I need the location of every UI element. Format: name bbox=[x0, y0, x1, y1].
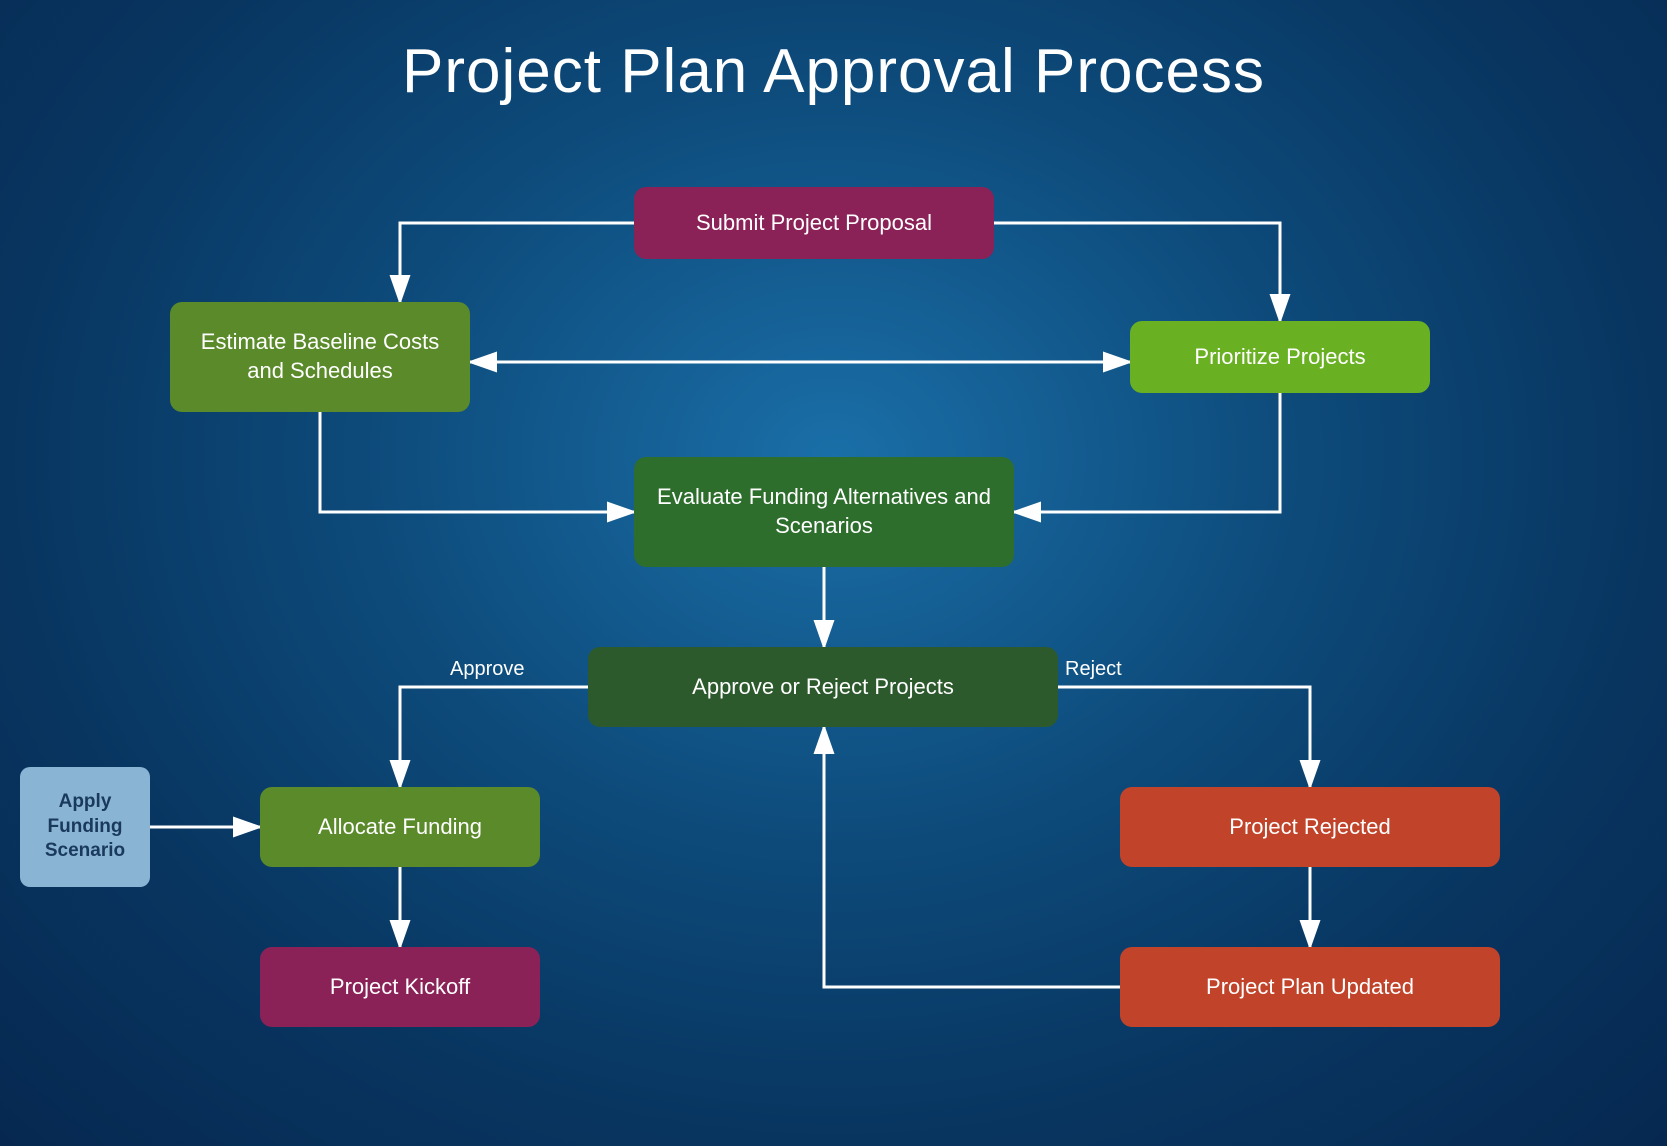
allocate-funding-node: Allocate Funding bbox=[260, 787, 540, 867]
project-kickoff-node: Project Kickoff bbox=[260, 947, 540, 1027]
approve-label: Approve bbox=[450, 658, 525, 680]
prioritize-projects-node: Prioritize Projects bbox=[1130, 321, 1430, 393]
project-rejected-node: Project Rejected bbox=[1120, 787, 1500, 867]
reject-label: Reject bbox=[1065, 658, 1122, 680]
page-title: Project Plan Approval Process bbox=[0, 0, 1667, 127]
approve-or-reject-projects-node: Approve or Reject Projects bbox=[588, 647, 1058, 727]
submit-project-proposal-node: Submit Project Proposal bbox=[634, 187, 994, 259]
apply-funding-scenario-node: Apply Funding Scenario bbox=[20, 767, 150, 887]
evaluate-funding-alternatives-node: Evaluate Funding Alternatives and Scenar… bbox=[634, 457, 1014, 567]
estimate-baseline-costs-node: Estimate Baseline Costs and Schedules bbox=[170, 302, 470, 412]
project-plan-updated-node: Project Plan Updated bbox=[1120, 947, 1500, 1027]
